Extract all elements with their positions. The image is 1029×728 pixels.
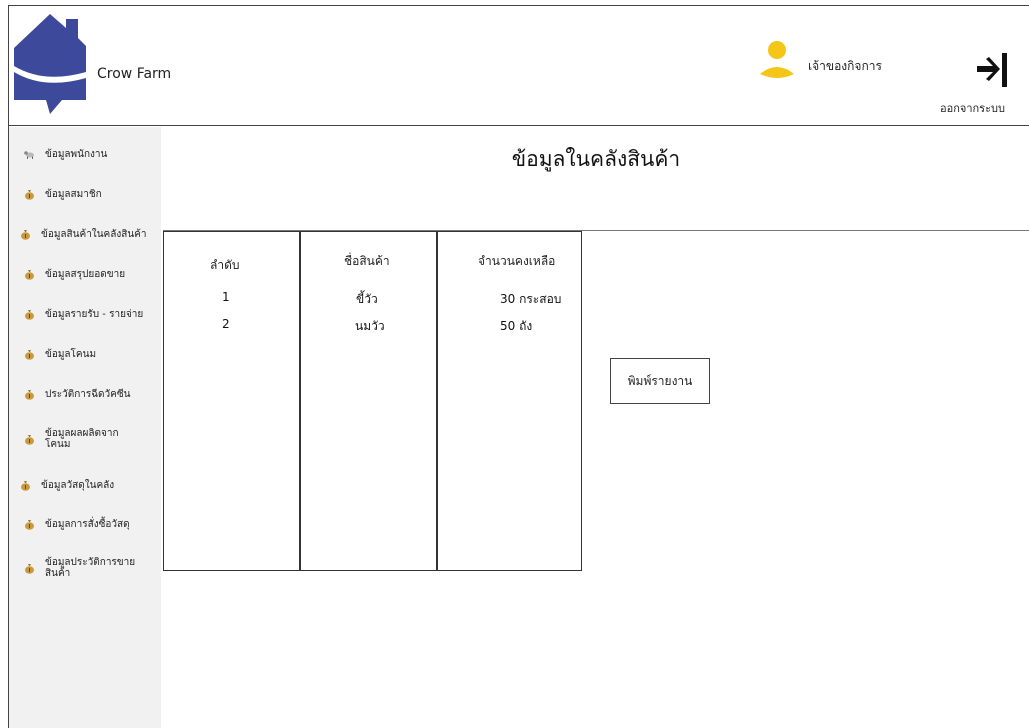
money-bag-icon	[25, 190, 34, 200]
table-cell-index: 1	[222, 290, 230, 304]
sidebar-item-label: ข้อมูลการสั่งซื้อวัสดุ	[45, 519, 130, 530]
sidebar-item-material-orders[interactable]: ข้อมูลการสั่งซื้อวัสดุ	[24, 519, 141, 530]
sidebar-item-warehouse-materials[interactable]: ข้อมูลวัสดุในคลัง	[20, 480, 137, 491]
money-bag-icon	[25, 563, 34, 574]
cow-icon	[24, 151, 34, 159]
logout-icon[interactable]	[969, 52, 1009, 88]
table-cell-product-name: ขี้วัว	[356, 292, 378, 306]
sidebar-item-dairy-cows[interactable]: ข้อมูลโคนม	[24, 349, 141, 360]
column-header-remaining: จำนวนคงเหลือ	[478, 254, 556, 268]
sidebar-item-warehouse-products[interactable]: ข้อมูลสินค้าในคลังสินค้า	[20, 229, 161, 240]
table-column-index: ลำดับ 1 2	[163, 231, 300, 571]
sidebar-item-label: ข้อมูลพนักงาน	[45, 149, 108, 160]
sidebar-item-label: ประวัติการฉีดวัคซีน	[45, 389, 131, 400]
table-cell-index: 2	[222, 317, 230, 331]
money-bag-icon	[25, 270, 34, 280]
house-logo-icon	[14, 14, 86, 114]
table-cell-remaining: 50 ถัง	[500, 319, 533, 333]
money-bag-icon	[25, 434, 34, 445]
column-header-index: ลำดับ	[210, 258, 240, 272]
user-role-label: เจ้าของกิจการ	[808, 59, 882, 73]
table-cell-product-name: นมวัว	[355, 319, 385, 333]
brand-name: Crow Farm	[97, 66, 172, 82]
money-bag-icon	[25, 390, 34, 400]
sidebar-item-employees[interactable]: ข้อมูลพนักงาน	[24, 149, 141, 160]
table-cell-remaining: 30 กระสอบ	[500, 292, 562, 306]
table-column-product-name: ชื่อสินค้า ขี้วัว นมวัว	[300, 231, 437, 571]
sidebar-item-label: ข้อมูลผลผลิตจากโคนม	[45, 428, 119, 450]
sidebar-item-label: ข้อมูลสรุปยอดขาย	[45, 269, 126, 280]
sidebar-item-sales-history[interactable]: ข้อมูลประวัติการขายสินค้า	[24, 557, 139, 579]
sidebar-item-income-expense[interactable]: ข้อมูลรายรับ - รายจ่าย	[24, 309, 155, 320]
sidebar-item-cow-products[interactable]: ข้อมูลผลผลิตจากโคนม	[24, 428, 129, 450]
print-report-button[interactable]: พิมพ์รายงาน	[610, 358, 710, 404]
column-header-product-name: ชื่อสินค้า	[344, 254, 390, 268]
sidebar-item-vaccination-history[interactable]: ประวัติการฉีดวัคซีน	[24, 389, 141, 400]
sidebar-item-members[interactable]: ข้อมูลสมาชิก	[24, 189, 141, 200]
sidebar-item-label: ข้อมูลประวัติการขายสินค้า	[45, 557, 136, 579]
sidebar-item-label: ข้อมูลสินค้าในคลังสินค้า	[41, 229, 147, 240]
page-title: ข้อมูลในคลังสินค้า	[511, 147, 681, 171]
money-bag-icon	[25, 520, 34, 530]
sidebar-item-label: ข้อมูลโคนม	[45, 349, 97, 360]
logout-label[interactable]: ออกจากระบบ	[940, 99, 1005, 117]
money-bag-icon	[21, 481, 30, 491]
sidebar-item-sales-summary[interactable]: ข้อมูลสรุปยอดขาย	[24, 269, 141, 280]
table-column-remaining: จำนวนคงเหลือ 30 กระสอบ 50 ถัง	[437, 231, 582, 571]
sidebar-item-label: ข้อมูลรายรับ - รายจ่าย	[45, 309, 144, 320]
user-avatar-icon	[760, 41, 794, 78]
money-bag-icon	[25, 350, 34, 360]
money-bag-icon	[21, 230, 30, 240]
sidebar-item-label: ข้อมูลวัสดุในคลัง	[41, 480, 115, 491]
sidebar: ข้อมูลพนักงาน ข้อมูลสมาชิก ข้อมูลสินค้าใ…	[9, 127, 161, 728]
money-bag-icon	[25, 310, 34, 320]
sidebar-item-label: ข้อมูลสมาชิก	[45, 189, 102, 200]
